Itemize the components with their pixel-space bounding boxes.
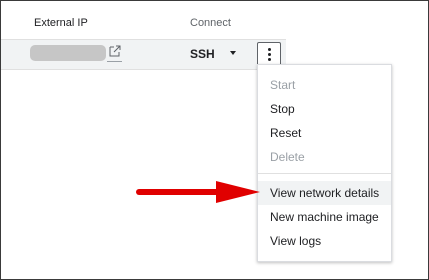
menu-item-start: Start [270,78,296,92]
actions-menu: Start Stop Reset Delete View network det… [257,64,392,262]
chevron-down-icon[interactable] [230,51,236,55]
more-vert-icon [268,48,271,51]
external-link-icon[interactable] [108,44,122,58]
menu-item-reset[interactable]: Reset [258,121,391,145]
table-header-row: External IP Connect [1,1,286,40]
menu-item-new-machine-image[interactable]: New machine image [258,205,391,229]
menu-item-delete: Delete [270,150,305,164]
more-actions-button[interactable] [257,42,281,66]
menu-divider [258,173,391,174]
column-header-external-ip: External IP [34,17,88,29]
menu-item-stop[interactable]: Stop [258,97,391,121]
more-vert-icon [268,58,271,61]
arrow-right-icon [136,181,260,203]
menu-item-view-network-details[interactable]: View network details [258,181,391,205]
menu-item-view-logs[interactable]: View logs [258,229,391,253]
column-header-connect: Connect [190,17,231,29]
more-vert-icon [268,53,271,56]
external-ip-redacted [30,45,106,61]
screenshot-frame: External IP Connect SSH Start Stop Reset… [0,0,429,280]
table-row: SSH [1,40,286,70]
external-ip-link-underline [107,61,122,62]
ssh-connect-button[interactable]: SSH [190,45,215,63]
